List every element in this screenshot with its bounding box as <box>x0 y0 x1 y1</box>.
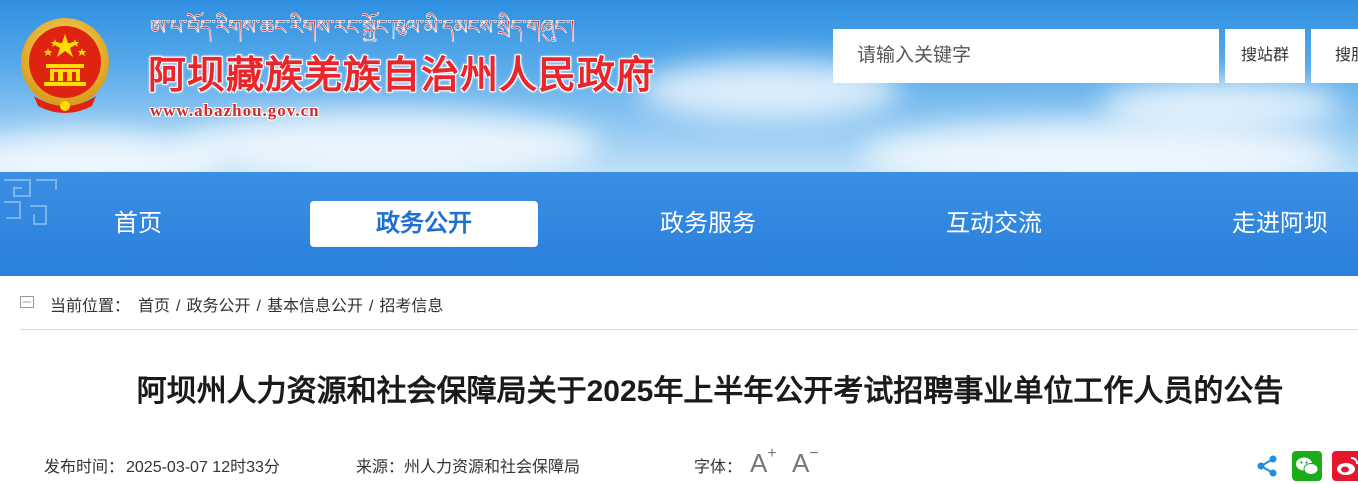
nav-government-services[interactable]: 政务服务 <box>640 201 776 247</box>
breadcrumb-divider <box>20 329 1358 330</box>
article-title: 阿坝州人力资源和社会保障局关于2025年上半年公开考试招聘事业单位工作人员的公告 <box>136 375 1284 408</box>
breadcrumb-label: 当前位置： <box>50 298 131 315</box>
font-size-label: 字体： <box>694 459 743 476</box>
minus-icon: − <box>809 445 819 463</box>
national-emblem-icon <box>21 18 109 113</box>
breadcrumb-government-affairs[interactable]: 政务公开 <box>186 298 250 315</box>
cloud-decoration <box>1100 80 1340 130</box>
location-icon <box>20 296 34 308</box>
publish-time-label: 发布时间： <box>44 459 125 476</box>
breadcrumb-separator: / <box>368 298 374 315</box>
pattern-decoration <box>4 179 57 225</box>
main-nav: 首页 政务公开 政务服务 互动交流 走进阿坝 <box>0 172 1358 276</box>
breadcrumb-path: 首页 / 政务公开 / 基本信息公开 / 招考信息 <box>138 292 443 316</box>
nav-interaction[interactable]: 互动交流 <box>926 201 1062 247</box>
svg-text:ཨ་པ་བོད་རིགས་ཆང་རིགས་རང་སྐྱོང་: ཨ་པ་བོད་རིགས་ཆང་རིགས་རང་སྐྱོང་ཁུལ་མི་དམང… <box>150 12 575 42</box>
site-url: www.abazhou.gov.cn <box>150 101 320 120</box>
breadcrumb-separator: / <box>256 298 261 315</box>
breadcrumb-recruitment[interactable]: 招考信息 <box>379 298 443 315</box>
search-this-site-button[interactable]: 搜服 <box>1311 29 1358 83</box>
breadcrumb-basic-info[interactable]: 基本信息公开 <box>267 298 363 315</box>
nav-about-aba[interactable]: 走进阿坝 <box>1212 201 1348 247</box>
publish-time: 2025-03-07 12时33分 <box>126 459 280 476</box>
font-increase-button[interactable]: A+ <box>750 445 777 479</box>
breadcrumb-separator: / <box>176 298 181 315</box>
font-decrease-button[interactable]: A− <box>792 445 819 479</box>
nav-government-affairs-open[interactable]: 政务公开 <box>310 201 538 247</box>
share-icon[interactable] <box>1256 455 1278 477</box>
site-title[interactable]: 阿坝藏族羌族自治州人民政府 <box>148 44 655 99</box>
header-banner: ཨ་པ་བོད་རིགས་ཆང་རིགས་རང་སྐྱོང་ཁུལ་མི་དམང… <box>0 0 1358 172</box>
tibetan-title: ཨ་པ་བོད་རིགས་ཆང་རིགས་རང་སྐྱོང་ཁུལ་མི་དམང… <box>150 12 575 42</box>
nav-home[interactable]: 首页 <box>88 201 188 247</box>
font-increase-glyph: A <box>750 448 768 478</box>
wechat-icon[interactable] <box>1292 451 1322 481</box>
breadcrumb: 当前位置： 首页 / 政务公开 / 基本信息公开 / 招考信息 <box>20 286 1358 320</box>
weibo-icon[interactable] <box>1332 451 1358 481</box>
source-label: 来源： <box>356 459 405 476</box>
source-value: 州人力资源和社会保障局 <box>404 459 581 476</box>
search-station-group-button[interactable]: 搜站群 <box>1225 29 1305 83</box>
plus-icon: + <box>767 445 777 463</box>
search-input[interactable] <box>833 29 1219 83</box>
breadcrumb-home[interactable]: 首页 <box>138 298 170 315</box>
font-decrease-glyph: A <box>792 448 810 478</box>
